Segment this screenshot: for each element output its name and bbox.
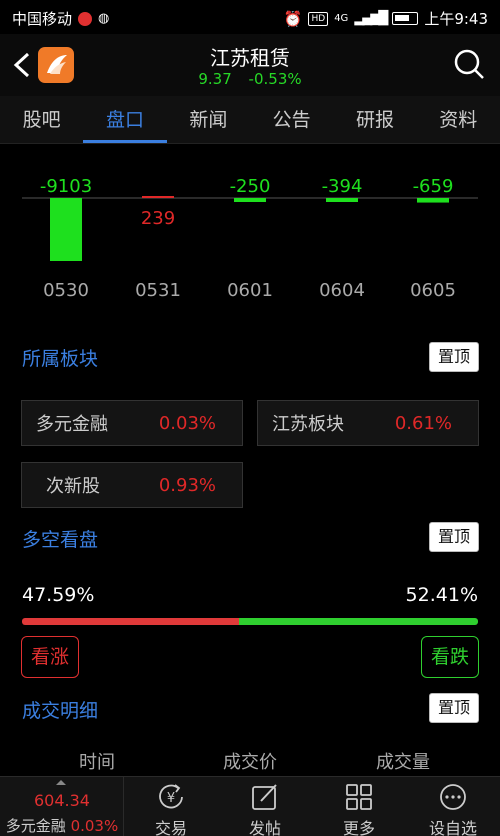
- trade-yen-icon: ¥: [159, 784, 183, 809]
- post-label: 发帖: [248, 819, 281, 836]
- bull-percentage: 47.59%: [22, 584, 95, 606]
- network-type-icon: 4G: [334, 13, 349, 24]
- chart-category-label: 0531: [135, 280, 181, 301]
- chart-category-label: 0605: [410, 280, 456, 301]
- carrier-name: 中国移动: [12, 10, 73, 28]
- chart-category-label: 0601: [227, 280, 273, 301]
- battery-icon: [392, 12, 419, 25]
- tab-announcements[interactable]: 公告: [250, 96, 333, 143]
- expand-up-icon: [56, 780, 66, 785]
- chart-category-label: 0604: [319, 280, 365, 301]
- tab-news[interactable]: 新闻: [167, 96, 250, 143]
- svg-text:¥: ¥: [167, 791, 175, 806]
- sector-card[interactable]: 次新股 0.93%: [21, 462, 243, 508]
- bullbear-section-title: 多空看盘: [22, 529, 99, 551]
- bull-ratio-fill: [22, 618, 239, 625]
- trade-label: 交易: [154, 819, 187, 836]
- sector-name: 次新股: [46, 476, 100, 497]
- column-header-time: 时间: [79, 752, 115, 773]
- bear-percentage: 52.41%: [405, 584, 478, 606]
- vote-bear-button[interactable]: 看跌: [421, 636, 479, 678]
- grid-icon: [346, 784, 372, 810]
- sector-change: 0.93%: [158, 474, 216, 496]
- sector-pin-button[interactable]: 置顶: [429, 342, 479, 372]
- app-logo: [38, 47, 74, 83]
- sector-name: 江苏板块: [272, 414, 344, 435]
- sector-change: 0.03%: [158, 412, 216, 434]
- chart-bar: [417, 198, 449, 203]
- sector-change: 0.61%: [394, 412, 452, 434]
- signal-icon: ▂▄▆█: [354, 11, 388, 26]
- tab-research[interactable]: 研报: [333, 96, 416, 143]
- add-watchlist-button[interactable]: 设自选: [406, 777, 500, 836]
- tab-profile[interactable]: 资料: [417, 96, 500, 143]
- more-label: 更多: [342, 819, 375, 836]
- hd-icon: HD: [308, 11, 329, 26]
- bullbear-ratio-bar: [22, 618, 478, 625]
- column-header-volume: 成交量: [376, 752, 430, 773]
- sector-name: 多元金融: [36, 414, 108, 435]
- chart-value-label: 239: [141, 208, 175, 229]
- sector-index-change: 0.03%: [70, 817, 119, 835]
- clock-time: 上午9:43: [424, 10, 488, 28]
- capital-flow-chart: -9103 0530 239 0531 -250 0601 -394 0604 -659 0605: [22, 176, 478, 301]
- bear-ratio-fill: [239, 618, 478, 625]
- chart-value-label: -9103: [40, 176, 92, 197]
- sector-index-value: 604.34: [34, 791, 90, 810]
- more-button[interactable]: 更多: [312, 777, 406, 836]
- chart-value-label: -394: [322, 176, 363, 197]
- stock-price: 9.37: [198, 70, 232, 88]
- add-watchlist-label: 设自选: [428, 819, 477, 836]
- chart-category-label: 0530: [43, 280, 89, 301]
- chart-value-label: -250: [230, 176, 271, 197]
- logo-wing-icon: [47, 55, 67, 74]
- tab-bar: 股吧 盘口 新闻 公告 研报 资料: [0, 96, 500, 144]
- post-button[interactable]: 发帖: [218, 777, 312, 836]
- chart-bar: [50, 198, 82, 261]
- column-header-price: 成交价: [223, 752, 277, 773]
- stock-header: 江苏租赁 9.37 -0.53%: [0, 34, 500, 96]
- stock-change-pct: -0.53%: [248, 70, 302, 88]
- sector-index-label: 多元金融 0.03%: [0, 815, 124, 836]
- vote-bull-button[interactable]: 看涨: [21, 636, 79, 678]
- edit-icon: [252, 784, 277, 810]
- chart-bar: [142, 196, 174, 198]
- notification-icon: [78, 11, 93, 26]
- trades-pin-button[interactable]: 置顶: [429, 693, 479, 723]
- bullbear-pin-button[interactable]: 置顶: [429, 522, 479, 552]
- chart-bar: [326, 198, 358, 202]
- sector-index-quote[interactable]: 604.34 多元金融 0.03%: [0, 777, 124, 836]
- alarm-icon: ⏰: [283, 9, 303, 28]
- stock-quote: 9.37 -0.53%: [0, 70, 500, 88]
- chart-value-label: -659: [413, 176, 454, 197]
- sector-section-title: 所属板块: [22, 348, 99, 370]
- sector-index-name: 多元金融: [5, 817, 66, 835]
- wechat-icon: ◍: [98, 11, 110, 26]
- back-arrow-icon[interactable]: [8, 46, 38, 84]
- stock-name: 江苏租赁: [210, 46, 290, 70]
- chart-bar: [234, 198, 266, 202]
- status-bar: 中国移动 ◍ ⏰ HD 4G ▂▄▆█ 上午9:43: [0, 0, 500, 34]
- search-icon[interactable]: [452, 47, 486, 81]
- tab-pankou[interactable]: 盘口: [83, 96, 167, 143]
- trades-section-title: 成交明细: [22, 700, 99, 722]
- sector-card[interactable]: 多元金融 0.03%: [21, 400, 243, 446]
- trade-button[interactable]: ¥ 交易: [124, 777, 218, 836]
- more-dots-icon: [440, 784, 466, 810]
- trades-table-header: 时间 成交价 成交量: [0, 748, 500, 776]
- tab-guba[interactable]: 股吧: [0, 96, 83, 143]
- bottom-toolbar: 604.34 多元金融 0.03% ¥ 交易 发帖 更多 设自选: [0, 776, 500, 836]
- sector-card[interactable]: 江苏板块 0.61%: [257, 400, 479, 446]
